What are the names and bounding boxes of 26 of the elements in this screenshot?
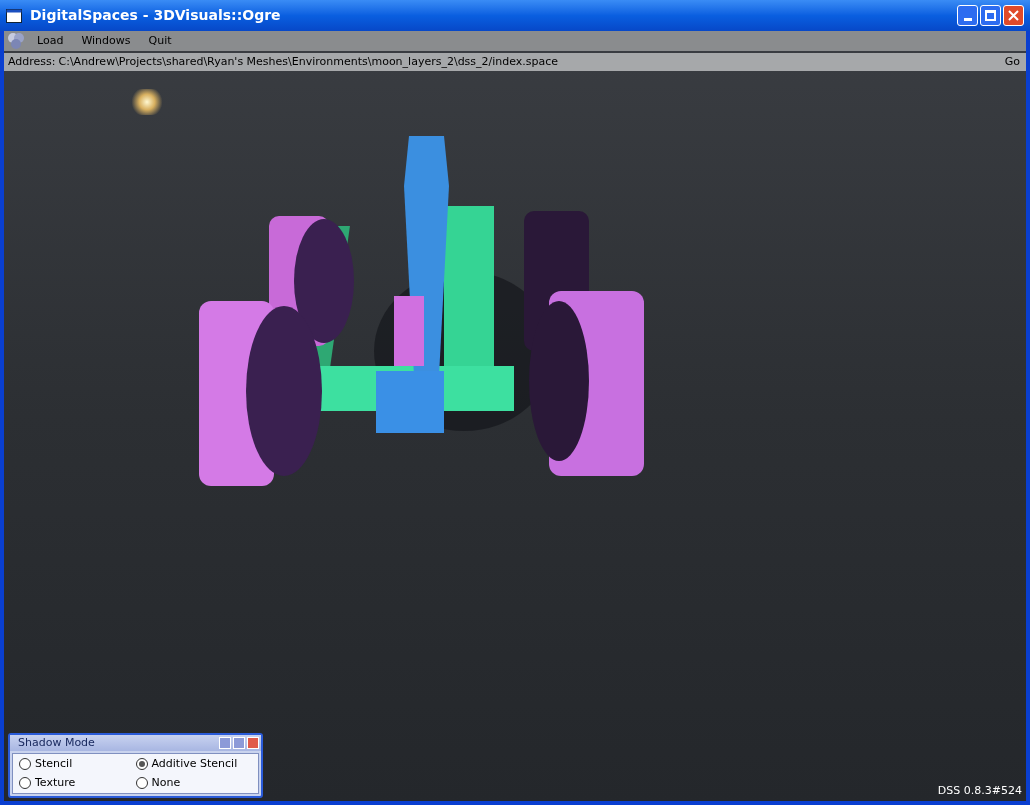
radio-label: Additive Stencil [151, 756, 238, 772]
radio-button[interactable] [135, 776, 148, 789]
help-button[interactable] [219, 737, 231, 749]
radio-label: None [151, 774, 181, 791]
close-button[interactable] [247, 737, 259, 749]
minimize-button[interactable] [233, 737, 245, 749]
address-label: Address: [8, 53, 56, 70]
maximize-button[interactable] [980, 5, 1001, 26]
app-logo-icon [6, 32, 26, 50]
address-field[interactable]: C:\Andrew\Projects\shared\Ryan's Meshes\Environments\moon_layers_2\dss_2/index.space [58, 53, 1003, 71]
menu-item[interactable]: Load [28, 32, 73, 50]
radio-label: Texture [35, 774, 76, 791]
menu-item[interactable]: Quit [139, 32, 181, 50]
panel-title: Shadow Mode [18, 734, 96, 751]
window-title: DigitalSpaces - 3DVisuals::Ogre [30, 6, 282, 25]
radio-label: Stencil [35, 756, 73, 772]
close-icon [1008, 10, 1019, 21]
radio-button[interactable] [19, 776, 31, 789]
version-label: DSS 0.8.3#524 [937, 782, 1022, 799]
close-button[interactable] [1003, 5, 1024, 26]
minimize-button[interactable] [957, 5, 978, 26]
window-icon [6, 8, 22, 23]
menu-item[interactable]: Windows [72, 32, 140, 50]
radio-button[interactable] [135, 758, 148, 771]
radio-button[interactable] [19, 758, 31, 771]
go-button[interactable]: Go [1002, 53, 1022, 71]
